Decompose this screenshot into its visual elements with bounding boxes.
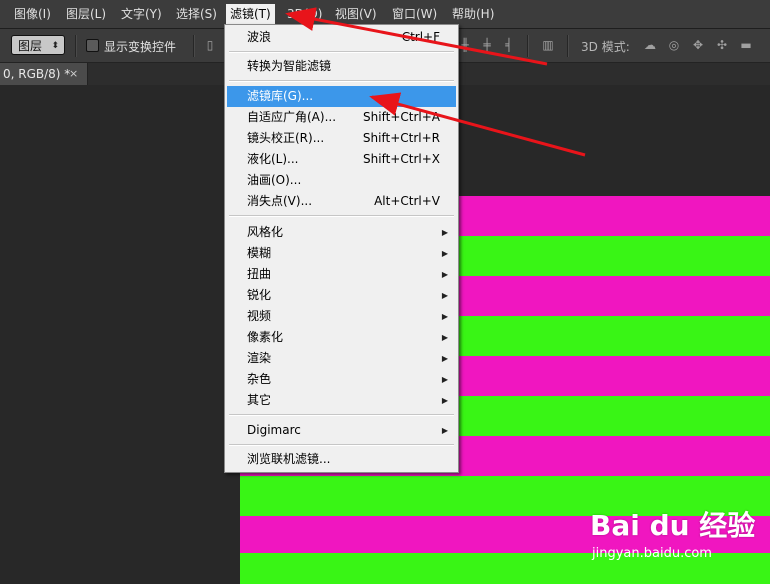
annotation-arrows [285,7,586,157]
arrow-to-filter-menu [285,7,548,66]
arrow-to-filter-gallery [369,92,586,157]
watermark-logo: Bai du 经验 [590,509,756,542]
baidu-jingyan-watermark: Bai du 经验 jingyan.baidu.com [588,500,770,584]
watermark-url: jingyan.baidu.com [592,546,712,561]
